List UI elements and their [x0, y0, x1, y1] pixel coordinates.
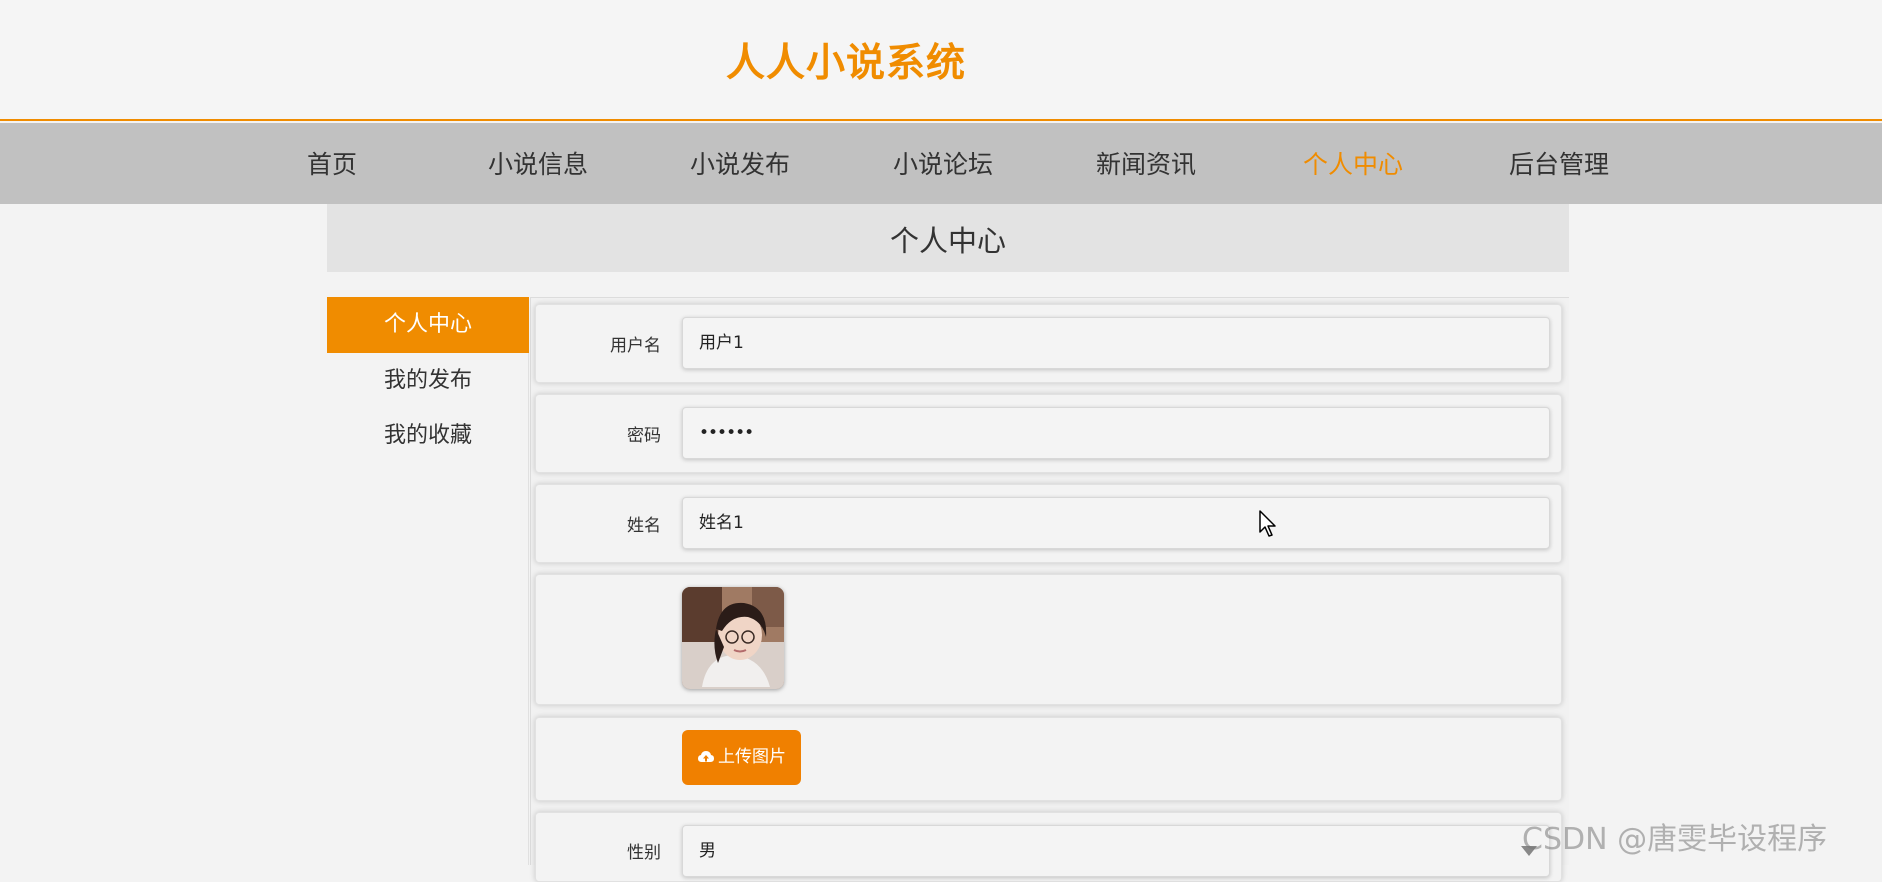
avatar-image	[682, 587, 784, 689]
password-row: 密码 ••••••	[535, 394, 1562, 473]
nav-item-novel-forum[interactable]: 小说论坛	[893, 145, 993, 181]
gender-label: 性别	[627, 843, 661, 863]
username-label: 用户名	[610, 336, 661, 356]
upload-button-label: 上传图片	[718, 747, 786, 767]
watermark: CSDN @唐雯毕设程序	[1522, 822, 1828, 857]
name-label: 姓名	[627, 516, 661, 536]
password-label: 密码	[627, 426, 661, 446]
mouse-cursor-icon	[1259, 510, 1276, 537]
upload-image-button[interactable]: 上传图片	[682, 730, 801, 785]
name-row: 姓名 姓名1	[535, 484, 1562, 563]
username-input[interactable]: 用户1	[682, 317, 1550, 369]
name-input[interactable]: 姓名1	[682, 497, 1550, 549]
page-banner: 个人中心	[327, 204, 1569, 272]
gender-row: 性别 男	[535, 812, 1562, 882]
avatar-row	[535, 574, 1562, 705]
nav-item-news[interactable]: 新闻资讯	[1096, 145, 1196, 181]
sidebar-item-personal-center[interactable]: 个人中心	[327, 297, 529, 353]
nav-item-novel-info[interactable]: 小说信息	[488, 145, 588, 181]
nav-item-admin[interactable]: 后台管理	[1509, 145, 1609, 181]
gender-select-value: 男	[699, 841, 716, 861]
nav-item-home[interactable]: 首页	[307, 145, 357, 181]
upload-row: 上传图片	[535, 717, 1562, 801]
main-nav: 首页 小说信息 小说发布 小说论坛 新闻资讯 个人中心 后台管理	[0, 123, 1882, 204]
username-row: 用户名 用户1	[535, 304, 1562, 383]
sidebar-item-my-publications[interactable]: 我的发布	[327, 353, 529, 409]
site-header: 人人小说系统	[0, 0, 1882, 121]
password-input[interactable]: ••••••	[682, 407, 1550, 459]
sidebar-item-my-favorites[interactable]: 我的收藏	[327, 408, 529, 464]
nav-item-novel-publish[interactable]: 小说发布	[690, 145, 790, 181]
cloud-upload-icon	[698, 751, 714, 762]
page-title: 个人中心	[889, 224, 1006, 258]
gender-select[interactable]: 男	[682, 825, 1550, 877]
nav-item-personal-center[interactable]: 个人中心	[1303, 145, 1403, 181]
site-title[interactable]: 人人小说系统	[726, 32, 966, 88]
sidebar: 个人中心 我的发布 我的收藏	[327, 297, 529, 865]
